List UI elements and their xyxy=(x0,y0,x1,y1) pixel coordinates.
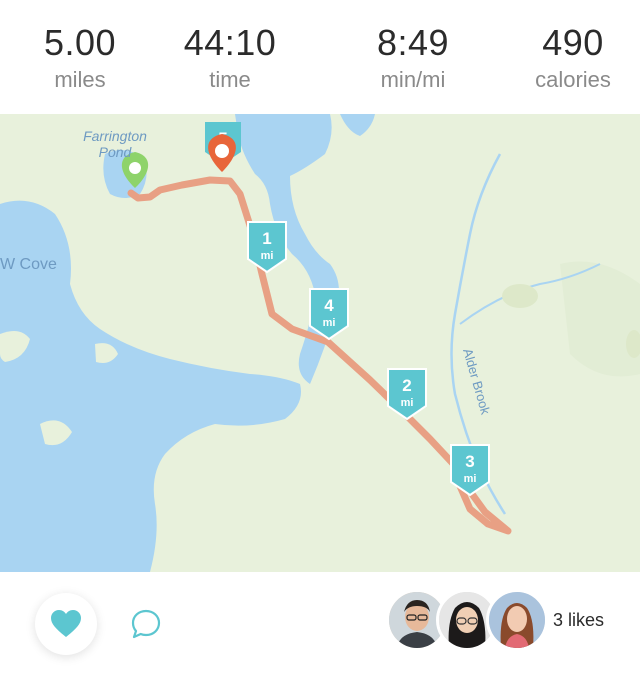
liker-avatar-3[interactable] xyxy=(486,589,548,651)
social-action-bar: 3 likes xyxy=(0,572,640,675)
comment-button[interactable] xyxy=(128,606,164,642)
stat-calories-label: calories xyxy=(535,67,611,92)
stat-distance: 5.00 miles xyxy=(0,22,160,94)
map-label-pond-line2: Pond xyxy=(99,144,133,160)
map-label-pond-line1: Farrington xyxy=(83,128,147,144)
likes-count[interactable]: 3 likes xyxy=(553,610,604,631)
comment-icon xyxy=(131,609,161,639)
route-map[interactable]: 5 1 mi 4 mi 2 mi 3 mi xyxy=(0,114,640,572)
map-clearing xyxy=(502,284,538,308)
mile-marker-unit: mi xyxy=(261,250,274,262)
stat-calories-value: 490 xyxy=(542,22,604,63)
mile-marker-unit: mi xyxy=(323,317,336,329)
stat-calories: 490 calories xyxy=(493,22,640,94)
stat-distance-value: 5.00 xyxy=(43,22,117,63)
like-button[interactable] xyxy=(35,593,97,655)
map-label-cove: W Cove xyxy=(0,256,57,273)
heart-icon xyxy=(51,610,81,637)
mile-marker-number: 1 xyxy=(262,229,271,248)
map-canvas[interactable]: 5 1 mi 4 mi 2 mi 3 mi xyxy=(0,114,640,572)
stat-pace-value: 8:49 xyxy=(376,22,450,63)
avatar-image xyxy=(489,592,545,648)
stat-pace-label: min/mi xyxy=(380,67,446,92)
mile-marker-number: 3 xyxy=(465,452,474,471)
stat-time-label: time xyxy=(209,67,251,92)
stats-header: 5.00 miles 44:10 time 8:49 min/mi 490 ca… xyxy=(0,0,640,114)
stat-time: 44:10 time xyxy=(150,22,310,94)
stat-distance-label: miles xyxy=(54,67,106,92)
stat-time-value: 44:10 xyxy=(183,22,277,63)
stat-pace: 8:49 min/mi xyxy=(333,22,493,94)
mile-marker-number: 4 xyxy=(324,296,334,315)
mile-marker-unit: mi xyxy=(464,473,477,485)
mile-marker-number: 2 xyxy=(402,376,411,395)
mile-marker-unit: mi xyxy=(401,397,414,409)
